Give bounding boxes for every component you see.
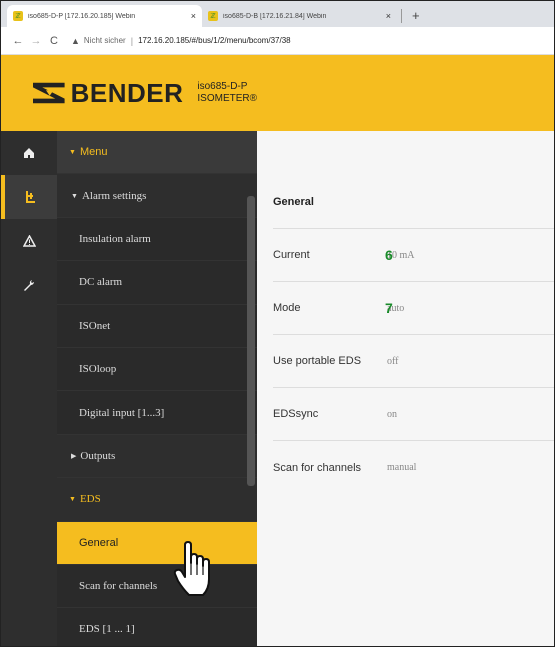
home-icon[interactable] xyxy=(1,131,57,175)
browser-tab-bar: ℤ iso685-D-P [172.16.20.185] Webin × ℤ i… xyxy=(1,1,554,27)
warning-icon[interactable] xyxy=(1,219,57,263)
menu-item-label: EDS [1 ... 1] xyxy=(79,623,135,636)
menu-item-label: General xyxy=(79,536,119,549)
forward-button[interactable]: → xyxy=(27,35,45,47)
setting-label: EDSsync xyxy=(273,408,319,420)
reload-button[interactable]: C xyxy=(45,35,63,47)
menu-item-isonet[interactable]: ISOnet xyxy=(57,304,257,348)
setting-row-portable-eds[interactable]: Use portable EDS off xyxy=(273,335,554,388)
setting-row-current[interactable]: Current 6 10 mA xyxy=(273,229,554,282)
menu-item-label: ISOnet xyxy=(79,319,111,332)
setting-row-mode[interactable]: Mode 7 auto xyxy=(273,282,554,335)
caret-right-icon: ▶ xyxy=(71,451,77,460)
brand-name: BENDER xyxy=(70,77,184,108)
menu-item-alarm-settings[interactable]: ▼ Alarm settings xyxy=(57,174,257,218)
section-title: General xyxy=(273,196,314,208)
menu-item-label: Scan for channels xyxy=(79,580,158,593)
device-info: iso685-D-P ISOMETER® xyxy=(197,81,257,105)
menu-scrollbar[interactable] xyxy=(247,196,255,486)
setting-value[interactable]: on xyxy=(387,409,397,420)
menu-item-label: EDS xyxy=(79,493,101,506)
url-separator: | xyxy=(130,35,134,46)
setting-label: Current xyxy=(273,249,310,261)
setting-value[interactable]: off xyxy=(387,356,398,367)
bender-logo-icon xyxy=(33,82,65,104)
menu-item-outputs[interactable]: ▶ Outputs xyxy=(57,434,257,479)
menu-header[interactable]: ▼ Menu xyxy=(57,131,257,175)
menu-item-label: Outputs xyxy=(80,449,116,462)
menu-item-label: Digital input [1...3] xyxy=(79,406,165,419)
back-button[interactable]: ← xyxy=(9,35,27,47)
warning-icon[interactable]: ▲ xyxy=(71,36,80,46)
browser-tab-2[interactable]: ℤ iso685-D-B [172.16.21.84] Webin × xyxy=(202,5,397,27)
caret-down-icon: ▼ xyxy=(71,191,78,200)
wrench-icon[interactable] xyxy=(1,263,57,307)
menu-item-general[interactable]: General xyxy=(57,521,257,565)
bender-favicon-icon: ℤ xyxy=(208,11,218,21)
tab-separator xyxy=(401,9,402,23)
tab-title: iso685-D-B [172.16.21.84] Webin xyxy=(223,12,327,20)
settings-tree-icon[interactable] xyxy=(1,175,57,219)
close-tab-icon[interactable]: × xyxy=(386,11,391,21)
icon-rail xyxy=(1,131,57,646)
tab-title: iso685-D-P [172.16.20.185] Webin xyxy=(28,12,136,20)
app-header: BENDER iso685-D-P ISOMETER® xyxy=(1,55,554,131)
setting-row-scan-channels[interactable]: Scan for channels manual xyxy=(273,441,554,494)
menu-item-dc-alarm[interactable]: DC alarm xyxy=(57,261,257,305)
callout-marker: 7 xyxy=(385,300,393,316)
menu-item-eds-range[interactable]: EDS [1 ... 1] xyxy=(57,608,257,646)
menu-header-label: Menu xyxy=(79,146,108,159)
device-model: iso685-D-P xyxy=(197,81,248,92)
screenshot-frame: ℤ iso685-D-P [172.16.20.185] Webin × ℤ i… xyxy=(0,0,555,647)
menu-item-insulation-alarm[interactable]: Insulation alarm xyxy=(57,217,257,262)
callout-marker: 6 xyxy=(385,247,393,263)
bender-favicon-icon: ℤ xyxy=(13,11,23,21)
bender-logo[interactable]: BENDER iso685-D-P ISOMETER® xyxy=(1,55,257,131)
menu-item-label: ISOloop xyxy=(79,363,117,376)
menu-item-digital-input[interactable]: Digital input [1...3] xyxy=(57,391,257,435)
setting-label: Mode xyxy=(273,302,301,314)
menu-item-label: Insulation alarm xyxy=(79,232,151,245)
menu-item-eds[interactable]: ▼ EDS xyxy=(57,478,257,522)
menu-item-label: Alarm settings xyxy=(81,189,147,202)
setting-value[interactable]: manual xyxy=(387,462,416,473)
section-header: General xyxy=(273,176,554,229)
setting-row-edssync[interactable]: EDSsync on xyxy=(273,388,554,441)
new-tab-button[interactable]: + xyxy=(412,8,420,23)
url-text[interactable]: 172.16.20.185/#/bus/1/2/menu/bcom/37/38 xyxy=(138,36,291,45)
caret-down-icon: ▼ xyxy=(69,495,76,504)
hand-cursor-icon xyxy=(173,541,210,596)
content-panel: General Current 6 10 mA Mode 7 auto Use … xyxy=(257,131,554,646)
navigation-menu: ▼ Menu ▼ Alarm settings Insulation alarm… xyxy=(57,131,257,646)
address-bar: ← → C ▲ Nicht sicher | 172.16.20.185/#/b… xyxy=(1,27,554,55)
security-status[interactable]: Nicht sicher xyxy=(84,36,126,45)
close-tab-icon[interactable]: × xyxy=(191,11,196,21)
browser-tab-1[interactable]: ℤ iso685-D-P [172.16.20.185] Webin × xyxy=(7,5,202,27)
menu-item-isoloop[interactable]: ISOloop xyxy=(57,347,257,392)
menu-item-scan-for-channels[interactable]: Scan for channels xyxy=(57,564,257,609)
menu-item-label: DC alarm xyxy=(79,276,123,289)
caret-down-icon: ▼ xyxy=(69,148,76,156)
setting-label: Scan for channels xyxy=(273,461,362,474)
device-type: ISOMETER® xyxy=(197,93,257,104)
setting-label: Use portable EDS xyxy=(273,355,362,367)
